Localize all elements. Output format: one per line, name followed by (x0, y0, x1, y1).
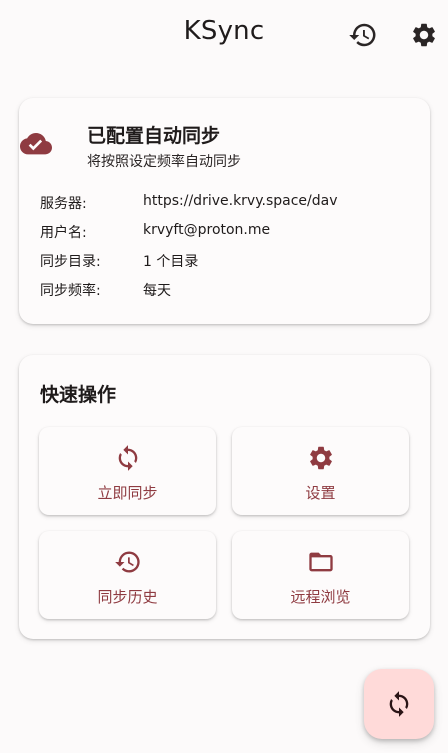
status-title: 已配置自动同步 (87, 125, 221, 147)
server-label: 服务器: (40, 196, 87, 212)
settings-action-button[interactable]: 设置 (232, 427, 409, 515)
folder-icon (308, 552, 333, 572)
sync-icon (118, 445, 137, 471)
app-title: KSync (183, 16, 265, 46)
cloud-done-icon (20, 133, 52, 155)
gear-icon (413, 23, 435, 47)
sync-fab[interactable] (364, 669, 434, 739)
server-value: https://drive.krvy.space/dav (143, 193, 338, 209)
sync-dirs-value: 1 个目录 (143, 254, 199, 270)
sync-history-button[interactable]: 同步历史 (39, 531, 216, 619)
username-value: krvyft@proton.me (143, 222, 271, 238)
settings-action-label: 设置 (305, 484, 336, 502)
status-subtitle: 将按照设定频率自动同步 (87, 154, 241, 170)
sync-frequency-label: 同步频率: (40, 283, 101, 299)
settings-button[interactable] (407, 18, 441, 52)
username-label: 用户名: (40, 225, 87, 241)
remote-browse-button[interactable]: 远程浏览 (232, 531, 409, 619)
sync-now-label: 立即同步 (97, 484, 158, 502)
sync-history-label: 同步历史 (97, 588, 158, 606)
sync-icon (389, 691, 409, 717)
gear-icon (309, 446, 332, 470)
history-button[interactable] (346, 18, 380, 52)
app-bar: KSync (0, 0, 448, 70)
sync-dirs-label: 同步目录: (40, 254, 101, 270)
sync-frequency-value: 每天 (143, 283, 171, 299)
quick-actions-title: 快速操作 (40, 384, 117, 406)
history-icon (114, 551, 140, 573)
remote-browse-label: 远程浏览 (290, 588, 351, 606)
sync-now-button[interactable]: 立即同步 (39, 427, 216, 515)
status-icon-wrap (20, 130, 52, 160)
history-icon (349, 23, 376, 47)
